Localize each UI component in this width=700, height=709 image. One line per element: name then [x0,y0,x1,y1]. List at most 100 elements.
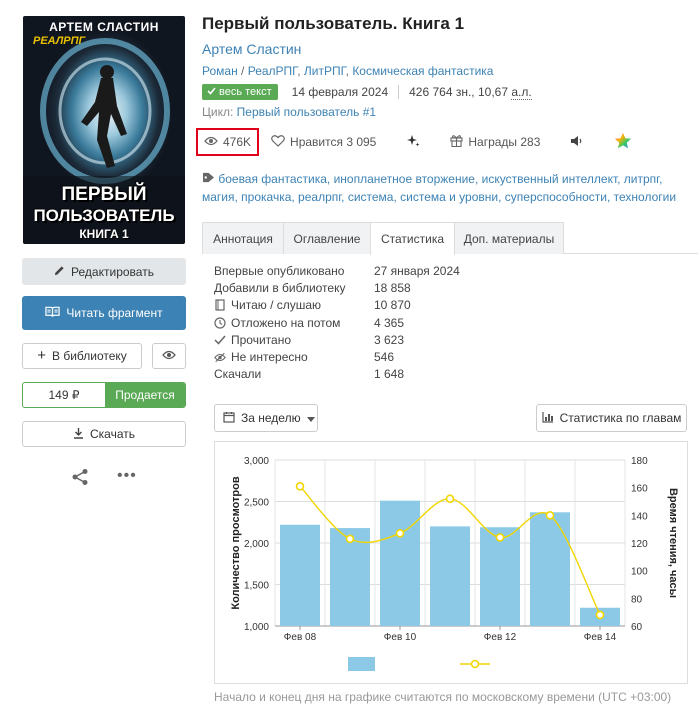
legend-bar-swatch [348,657,375,671]
y-tick-label: 2,500 [244,498,269,509]
plus-icon: + [37,347,46,364]
views-chart: 1,000 1,500 2,000 2,500 3,000 60 80 100 120 140 16… [230,456,679,671]
x-tick-label: Фев 12 [484,632,517,643]
chevron-down-icon [306,411,315,425]
download-button[interactable]: Скачать [22,421,186,447]
line-point [545,511,555,520]
tab-annotation[interactable]: Аннотация [202,222,284,254]
y2-tick-label: 60 [631,622,643,633]
awards-button[interactable]: Награды 283 [450,134,540,150]
open-book-icon [45,306,61,321]
rainbow-star-icon[interactable] [614,132,632,153]
genre-link[interactable]: Роман [202,64,238,78]
follow-button[interactable] [152,343,186,369]
check-icon [214,335,226,345]
download-icon [73,427,84,442]
stat-value: 18 858 [374,280,411,295]
stat-row: Читаю / слушаю 10 870 [214,297,460,314]
cover-title-3: КНИГА 1 [79,227,129,241]
views-count: 476K [223,135,252,149]
cover-title-1: ПЕРВЫЙ [61,184,147,205]
read-fragment-button[interactable]: Читать фрагмент [22,296,186,330]
awards-count: Награды 283 [468,135,541,149]
sparkle-icon[interactable] [406,134,420,151]
genre-link[interactable]: Космическая фантастика [352,64,493,78]
book-icon [214,299,226,311]
line-point [495,533,505,542]
genre-list: Роман / РеалРПГ, ЛитРПГ, Космическая фан… [202,64,494,78]
stat-row: Впервые опубликовано 27 января 2024 [214,262,460,279]
line-point [295,481,305,491]
tab-contents[interactable]: Оглавление [283,222,371,254]
stat-row: Отложено на потом 4 365 [214,314,460,331]
cycle-link[interactable]: Первый пользователь #1 [237,105,376,119]
author-link[interactable]: Артем Сластин [202,41,301,57]
stat-value: 3 623 [374,332,405,347]
share-icon[interactable] [71,468,89,489]
cycle-label: Цикл: [202,105,234,119]
stat-value: 1 648 [374,367,405,382]
x-tick-label: Фев 14 [584,632,617,643]
tab-statistics[interactable]: Статистика [370,222,455,255]
stat-row: Скачали 1 648 [214,366,460,383]
book-meta: весь текст 14 февраля 2024 426 764 зн., … [202,84,532,100]
bar [530,512,570,626]
bar-chart-icon [541,411,554,426]
publish-date: 14 февраля 2024 [291,85,389,99]
gift-icon [450,134,463,150]
line-point [445,494,455,504]
bar [380,500,420,626]
genre-link[interactable]: ЛитРПГ [304,64,346,78]
audio-icon[interactable] [570,135,582,150]
book-cover[interactable]: АРТЕМ СЛАСТИН РЕАЛРПГ ПЕРВЫЙ ПОЛЬЗОВАТЕЛ… [23,16,185,244]
cover-author: АРТЕМ СЛАСТИН [49,20,159,34]
line-point [395,529,405,538]
views-counter: 476K [196,128,260,156]
like-button[interactable]: Нравится 3 095 [271,134,376,150]
pencil-icon [54,265,65,279]
book-size: 426 764 зн., 10,67 [409,85,508,99]
tags-text[interactable]: боевая фантастика, инопланетное вторжени… [202,172,676,204]
tab-extra-materials[interactable]: Доп. материалы [454,222,564,254]
y-tick-label: 1,000 [244,622,269,633]
check-icon [207,86,216,98]
stat-row: Не интересно 546 [214,348,460,365]
stat-value: 4 365 [374,315,405,330]
cover-title-2: ПОЛЬЗОВАТЕЛЬ [33,206,175,225]
x-tick-label: Фев 10 [384,632,417,643]
line-point [595,610,605,620]
stat-row: Прочитано 3 623 [214,331,460,348]
y-tick-label: 2,000 [244,539,269,550]
y2-tick-label: 140 [631,511,648,522]
bar [430,526,470,626]
size-unit: а.л. [511,84,532,100]
stat-label: Читаю / слушаю [231,298,322,313]
chapter-stats-button[interactable]: Статистика по главам [536,404,687,432]
cover-genre-badge: РЕАЛРПГ [33,35,86,47]
stat-label: Не интересно [231,350,308,365]
stat-value: 546 [374,350,395,365]
bar [480,527,520,626]
add-to-library-label: В библиотеку [51,349,127,363]
chapter-stats-label: Статистика по главам [559,411,682,425]
x-tick-label: Фев 08 [284,632,317,643]
read-fragment-label: Читать фрагмент [66,306,163,320]
tag-list: боевая фантастика, инопланетное вторжени… [202,170,698,206]
legend-line-marker [470,659,480,669]
stat-label: Впервые опубликовано [214,263,345,278]
buy-button[interactable]: Продается [105,383,185,407]
calendar-icon [223,411,235,426]
cycle-info: Цикл: Первый пользователь #1 [202,105,376,119]
genre-link[interactable]: РеалРПГ [248,64,298,78]
y2-tick-label: 80 [631,594,643,605]
period-dropdown[interactable]: За неделю [214,404,318,432]
add-to-library-button[interactable]: + В библиотеку [22,343,142,369]
eye-icon [204,135,218,149]
timezone-note: Начало и конец дня на графике считаются … [214,690,672,704]
edit-button[interactable]: Редактировать [22,258,186,285]
price-block[interactable]: 149 ₽ Продается [22,382,186,408]
stat-label: Добавили в библиотеку [214,280,346,295]
book-title: Первый пользователь. Книга 1 [202,14,465,33]
statistics-list: Впервые опубликовано 27 января 2024 Доба… [214,262,460,383]
more-options-icon[interactable]: ••• [117,468,137,484]
